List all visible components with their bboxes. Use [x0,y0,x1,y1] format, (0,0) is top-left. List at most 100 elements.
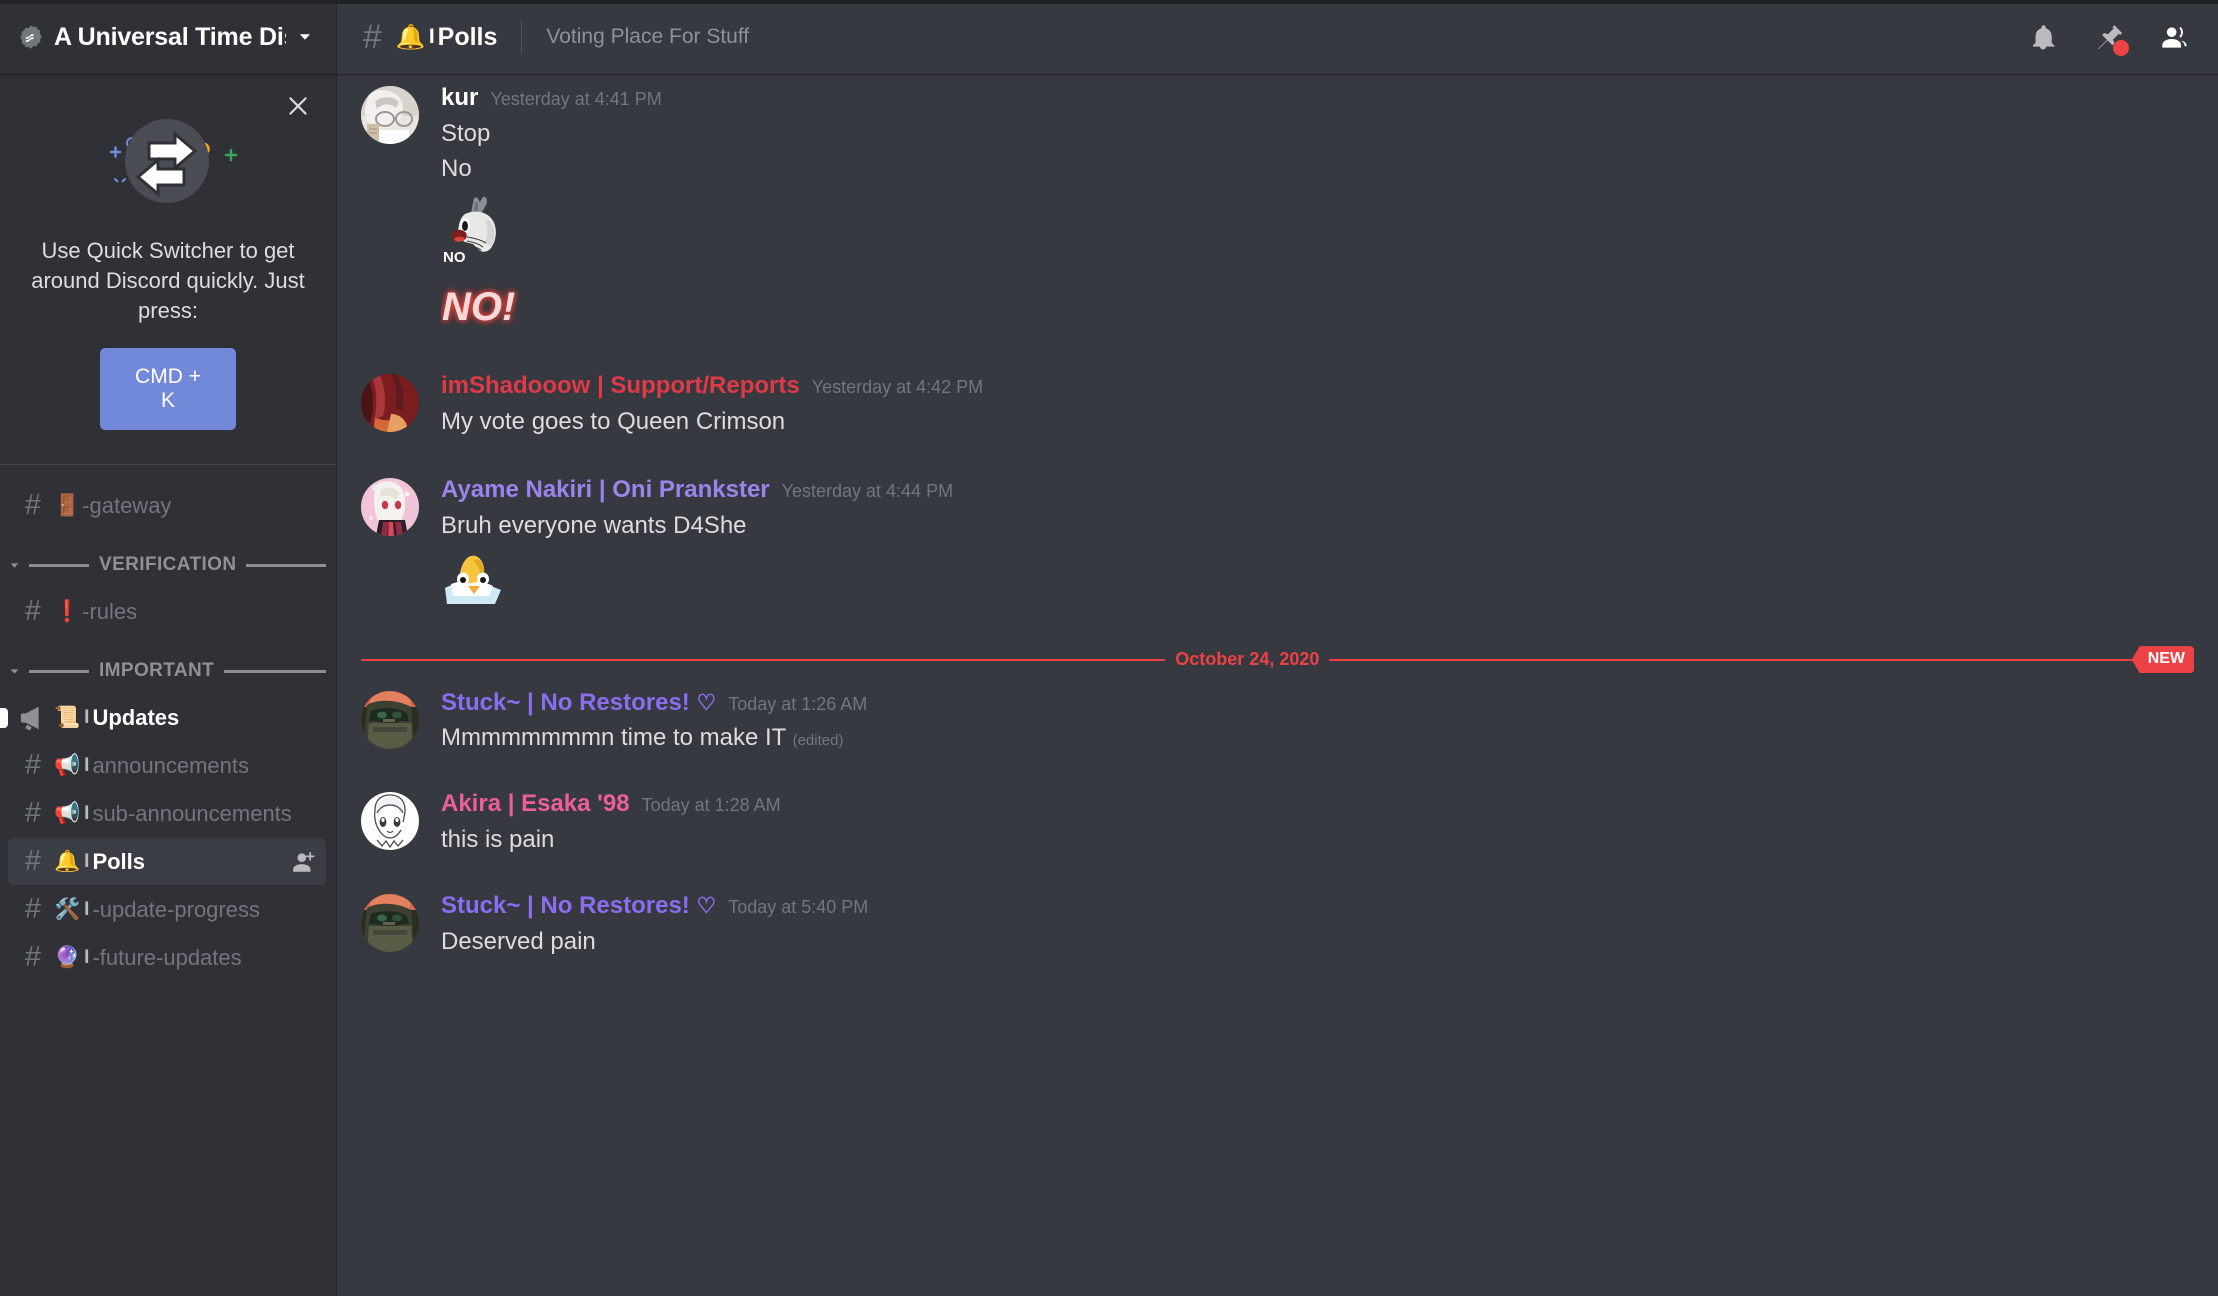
message-timestamp: Yesterday at 4:41 PM [490,89,662,109]
swap-arrows-icon [16,102,320,222]
sidebar-item-future-updates[interactable]: # 🔮 I -future-updates [8,934,326,981]
channel-label: -rules [82,598,138,624]
channel-sidebar: A Universal Time Disc... [0,0,337,1296]
message-text: Mmmmmmmmn time to make IT (edited) [441,721,2194,756]
tools-icon: 🛠️ [54,898,81,921]
channel-marker: I [84,754,90,776]
message-item: Stuck~ | No Restores! ♡ Today at 5:40 PM… [337,888,2218,964]
channel-title-label: Polls [437,22,498,51]
exclamation-icon: ❗ [54,600,81,623]
channel-name: 📢 I sub-announcements [54,801,292,827]
message-text: Stop [441,119,491,147]
quick-switcher-tip: Use Quick Switcher to get around Discord… [0,74,336,465]
heart-icon: ♡ [696,892,717,918]
no-exclamation-emote[interactable]: NO! NO! [441,283,2194,334]
channel-topbar: # 🔔 I Polls Voting Place For Stuff [337,0,2218,74]
message-author[interactable]: Akira | Esaka '98 [441,790,630,819]
pinned-badge [2113,40,2129,56]
channel-marker: I [84,898,90,920]
quick-switcher-key-button[interactable]: CMD + K [100,348,236,430]
category-line-right [246,563,326,567]
divider-line-left [361,658,1166,661]
pinned-messages-button[interactable] [2090,18,2129,56]
message-header: Akira | Esaka '98 Today at 1:28 AM [441,790,2194,819]
crystal-ball-icon: 🔮 [54,946,81,969]
duck-emote[interactable] [441,554,2194,611]
author-name: Stuck~ | No Restores! [441,891,690,919]
svg-text:NO!: NO! [442,285,515,329]
quick-switcher-tip-text: Use Quick Switcher to get around Discord… [31,238,305,323]
avatar[interactable] [361,477,419,536]
message-header: Stuck~ | No Restores! ♡ Today at 1:26 AM [441,689,2194,718]
hash-icon: # [24,893,42,925]
message-text: My vote goes to Queen Crimson [441,408,786,436]
topbar-actions [2004,18,2194,56]
message-item: Ayame Nakiri | Oni Prankster Yesterday a… [337,472,2218,615]
message-item: Stuck~ | No Restores! ♡ Today at 1:26 AM… [337,685,2218,761]
hash-icon: # [24,797,42,829]
message-body: Ayame Nakiri | Oni Prankster Yesterday a… [441,476,2194,611]
loudspeaker-icon: 📢 [54,802,81,825]
channel-list[interactable]: # 🚪 -gateway VERIFICATION # ❗ -rules IMP… [0,465,336,1296]
sidebar-item-updates[interactable]: 📜 I Updates [0,694,326,741]
bell-icon: 🔔 [54,850,81,873]
hash-icon: # [24,489,42,521]
window-titlebar-strip [0,0,2218,4]
sidebar-item-polls[interactable]: # 🔔 I Polls [8,838,326,885]
message-list[interactable]: kur Yesterday at 4:41 PM Stop No NO NO! … [337,74,2218,1296]
channel-marker: I [84,706,90,728]
message-author[interactable]: Stuck~ | No Restores! ♡ [441,689,716,718]
topbar-divider [521,20,523,54]
channel-label: -gateway [82,492,172,518]
sidebar-item-gateway[interactable]: # 🚪 -gateway [8,482,326,529]
message-item: kur Yesterday at 4:41 PM Stop No NO NO! … [337,80,2218,338]
avatar[interactable] [361,374,419,433]
notification-settings-button[interactable] [2024,18,2062,56]
category-verification[interactable]: VERIFICATION [0,543,336,587]
chevron-down-icon[interactable] [294,26,316,48]
channel-name: 📢 I announcements [54,753,249,779]
discord-app-window: A Universal Time Disc... [0,0,2218,1296]
author-name: Stuck~ | No Restores! [441,688,690,716]
sidebar-item-update-progress[interactable]: # 🛠️ I -update-progress [8,886,326,933]
message-author[interactable]: Stuck~ | No Restores! ♡ [441,892,716,921]
member-list-button[interactable] [2156,18,2194,56]
category-important[interactable]: IMPORTANT [0,649,336,693]
message-timestamp: Today at 1:26 AM [728,693,868,714]
chevron-down-icon [6,557,23,574]
loudspeaker-icon: 📢 [54,754,81,777]
avatar[interactable] [361,86,419,144]
bell-icon: 🔔 [395,23,426,51]
channel-label: Polls [92,848,146,874]
megaphone-icon [16,703,50,733]
channel-topic: Voting Place For Stuff [546,25,750,48]
avatar[interactable] [361,893,419,952]
message-author[interactable]: imShadooow | Support/Reports [441,372,800,401]
message-author[interactable]: Ayame Nakiri | Oni Prankster [441,476,770,505]
channel-name: 🛠️ I -update-progress [54,897,260,923]
channel-name: ❗ -rules [54,599,137,625]
server-header-button[interactable]: A Universal Time Disc... [0,0,336,74]
message-author[interactable]: kur [441,84,478,113]
sidebar-item-announcements[interactable]: # 📢 I announcements [8,742,326,789]
channel-label: -update-progress [92,896,260,922]
bugs-bunny-no-meme[interactable]: NO [441,196,2194,271]
message-header: Ayame Nakiri | Oni Prankster Yesterday a… [441,476,2194,505]
avatar[interactable] [361,792,419,851]
channel-label: announcements [92,752,249,778]
sidebar-item-sub-announcements[interactable]: # 📢 I sub-announcements [8,790,326,837]
category-line-right [224,669,326,673]
category-line-left [29,669,89,673]
add-member-icon[interactable] [290,848,318,876]
sidebar-item-rules[interactable]: # ❗ -rules [8,588,326,635]
channel-marker: I [84,850,90,872]
hash-icon: # [24,845,42,877]
message-header: Stuck~ | No Restores! ♡ Today at 5:40 PM [441,892,2194,921]
channel-marker: I [84,946,90,968]
avatar[interactable] [361,690,419,749]
chevron-down-icon [6,663,23,680]
channel-label: -future-updates [92,944,242,970]
hash-icon: # [24,595,42,627]
door-icon: 🚪 [54,494,81,517]
channel-name: 🔮 I -future-updates [54,945,242,971]
